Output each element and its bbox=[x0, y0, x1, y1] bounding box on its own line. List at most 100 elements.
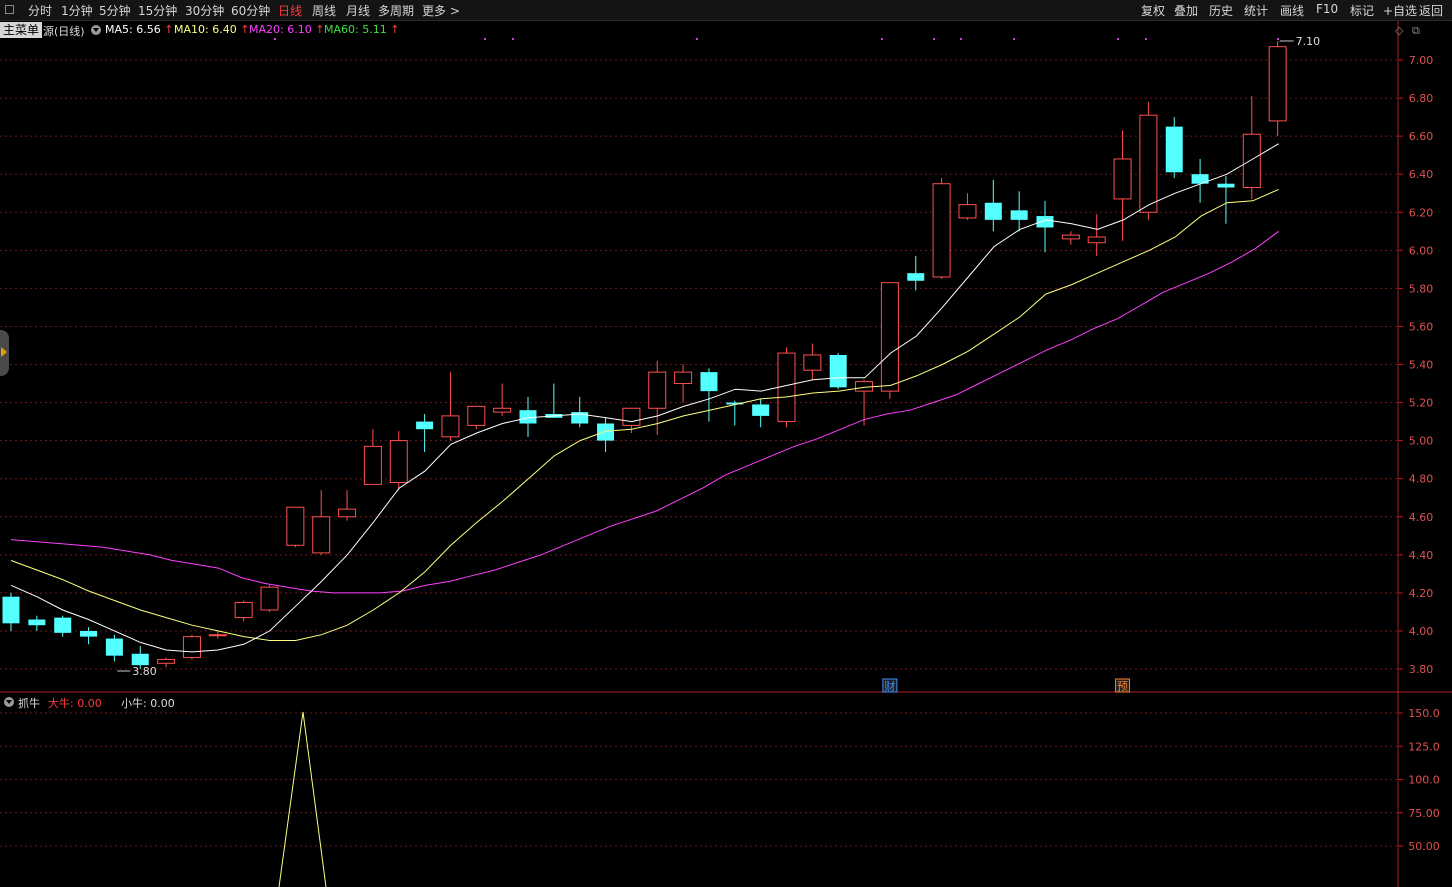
tool-button-1[interactable]: 叠加 bbox=[1174, 2, 1198, 19]
tool-button-5[interactable]: F10 bbox=[1316, 2, 1338, 16]
period-toolbar: 分时 1分钟 5分钟 15分钟 30分钟 60分钟 日线 周线 月线 多周期 更多 > 复权 叠加 历史统… bbox=[0, 0, 1452, 21]
tool-button-7[interactable]: +自选 bbox=[1383, 2, 1417, 19]
marker-dot bbox=[1145, 38, 1147, 40]
candle-body bbox=[208, 634, 227, 637]
candle-body bbox=[1242, 133, 1261, 189]
candle-body bbox=[80, 630, 98, 637]
period-tab-7[interactable]: 周线 bbox=[312, 2, 336, 19]
candle-body bbox=[28, 619, 46, 626]
low-label: 3.80 bbox=[132, 665, 157, 678]
tool-button-8[interactable]: 返回 bbox=[1419, 2, 1443, 19]
candle-body bbox=[1217, 183, 1235, 188]
tool-button-0[interactable]: 复权 bbox=[1141, 2, 1165, 19]
candle-body bbox=[1010, 210, 1028, 220]
y-tick-label: 3.80 bbox=[1409, 663, 1434, 676]
candle-body bbox=[648, 371, 667, 409]
candle-body bbox=[700, 372, 718, 392]
candle-body bbox=[157, 658, 176, 664]
candle-body bbox=[260, 586, 279, 611]
y-tick-label: 4.00 bbox=[1409, 625, 1434, 638]
candle-body bbox=[622, 407, 641, 426]
ma-dropdown-icon[interactable] bbox=[91, 25, 101, 35]
ma5-line bbox=[10, 143, 1279, 653]
candle-body bbox=[880, 282, 899, 392]
tool-button-6[interactable]: 标记 bbox=[1350, 2, 1374, 19]
candle-body bbox=[416, 421, 434, 430]
candle-body bbox=[54, 617, 72, 633]
candle-body bbox=[1268, 46, 1287, 122]
period-tab-9[interactable]: 多周期 bbox=[378, 2, 414, 19]
period-tab-6[interactable]: 日线 bbox=[278, 2, 302, 19]
candle-body bbox=[338, 508, 357, 518]
candle-body bbox=[1113, 158, 1132, 200]
side-panel-handle[interactable] bbox=[0, 330, 9, 376]
marker-dot bbox=[933, 38, 935, 40]
candle-body bbox=[312, 516, 331, 554]
marker-dot bbox=[274, 38, 276, 40]
stock-chart: 7.00 6.80 6.60 6.40 6.20 6.00 5.80 5.60 5.40 5.20… bbox=[0, 21, 1452, 887]
candle-body bbox=[803, 354, 822, 371]
big-bull-label: 大牛: 0.00 bbox=[48, 697, 102, 710]
y-tick-label: 5.60 bbox=[1409, 320, 1434, 333]
candle-body bbox=[441, 415, 460, 438]
sub-y-tick-label: 100.0 bbox=[1408, 774, 1440, 787]
y-tick-label: 6.60 bbox=[1409, 130, 1434, 143]
ma20-line bbox=[10, 230, 1279, 594]
marker-dot bbox=[512, 38, 514, 40]
window-menu-icon[interactable] bbox=[5, 5, 14, 14]
y-tick-label: 6.80 bbox=[1409, 92, 1434, 105]
candle-body bbox=[286, 506, 305, 546]
ma10-line bbox=[10, 188, 1279, 641]
candle-body bbox=[467, 405, 486, 426]
sub-y-tick-label: 75.00 bbox=[1408, 807, 1440, 820]
ma-legend-item-0: MA5: 6.56 ↑ bbox=[105, 23, 174, 36]
marker-dot bbox=[881, 38, 883, 40]
ma-legend-item-3: MA60: 5.11 ↑ bbox=[324, 23, 400, 36]
candle-body bbox=[855, 381, 874, 392]
period-tab-1[interactable]: 1分钟 bbox=[61, 2, 93, 19]
marker-dot bbox=[1277, 38, 1279, 40]
period-tab-8[interactable]: 月线 bbox=[346, 2, 370, 19]
y-tick-label: 6.20 bbox=[1409, 206, 1434, 219]
period-tab-3[interactable]: 15分钟 bbox=[138, 2, 177, 19]
sub-y-tick-label: 50.00 bbox=[1408, 840, 1440, 853]
candle-body bbox=[234, 601, 253, 619]
marker-dot bbox=[960, 38, 962, 40]
main-menu-button[interactable]: 主菜单 bbox=[0, 22, 43, 38]
period-tab-10[interactable]: 更多 > bbox=[422, 2, 460, 19]
period-tab-4[interactable]: 30分钟 bbox=[185, 2, 224, 19]
ma-legend-item-2: MA20: 6.10 ↑ bbox=[249, 23, 325, 36]
y-tick-label: 5.20 bbox=[1409, 397, 1434, 410]
candle-body bbox=[105, 638, 123, 656]
candle-body bbox=[1139, 114, 1158, 213]
y-tick-label: 6.40 bbox=[1409, 168, 1434, 181]
expand-arrow-icon bbox=[1, 347, 7, 357]
small-bull-label: 小牛: 0.00 bbox=[121, 697, 175, 710]
high-label: 7.10 bbox=[1296, 35, 1321, 48]
sub-y-tick-label: 125.0 bbox=[1408, 740, 1440, 753]
y-tick-label: 5.00 bbox=[1409, 435, 1434, 448]
candle-body bbox=[752, 404, 770, 416]
tool-button-3[interactable]: 统计 bbox=[1244, 2, 1268, 19]
candle-body bbox=[182, 636, 201, 659]
sub-dropdown-icon[interactable] bbox=[4, 697, 14, 707]
y-tick-label: 6.00 bbox=[1409, 244, 1434, 257]
event-tag-label: 财 bbox=[884, 679, 895, 693]
candle-body bbox=[1087, 236, 1106, 244]
y-tick-label: 5.40 bbox=[1409, 359, 1434, 372]
period-tab-2[interactable]: 5分钟 bbox=[99, 2, 131, 19]
candle-body bbox=[829, 354, 847, 388]
marker-dot bbox=[696, 38, 698, 40]
tool-button-4[interactable]: 画线 bbox=[1280, 2, 1304, 19]
diamond-icon[interactable]: ◇ bbox=[1395, 24, 1403, 37]
candle-body bbox=[1061, 234, 1080, 240]
candle-body bbox=[1165, 126, 1183, 173]
candle-body bbox=[674, 371, 693, 385]
tool-button-2[interactable]: 历史 bbox=[1209, 2, 1233, 19]
candle-body bbox=[932, 183, 951, 278]
period-tab-0[interactable]: 分时 bbox=[28, 2, 52, 19]
y-tick-label: 7.00 bbox=[1409, 54, 1434, 67]
restore-icon[interactable]: ⧉ bbox=[1412, 24, 1420, 38]
period-tab-5[interactable]: 60分钟 bbox=[231, 2, 270, 19]
candle-body bbox=[131, 653, 149, 666]
